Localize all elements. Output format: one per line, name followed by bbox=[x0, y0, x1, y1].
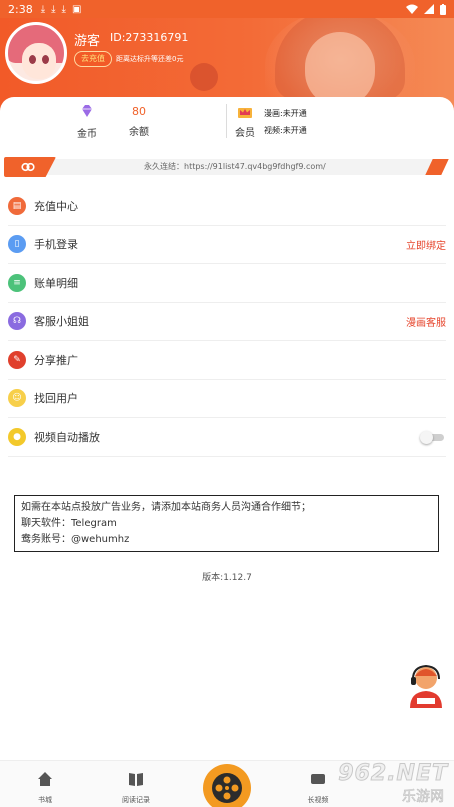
member-video-status: 视频:未开通 bbox=[264, 126, 307, 135]
share-icon: ✎ bbox=[8, 350, 26, 369]
book-icon bbox=[129, 773, 143, 786]
status-time: 2:38 bbox=[8, 2, 33, 16]
download-icon: ⤓ bbox=[61, 3, 66, 15]
nav-label: 阅读记录 bbox=[122, 796, 150, 804]
menu-item-label: 客服小姐姐 bbox=[34, 315, 89, 329]
ad-line-2: 聊天软件：Telegram bbox=[21, 518, 117, 529]
menu-item-customer-service[interactable]: ☊ 客服小姐姐 漫画客服 bbox=[8, 303, 446, 341]
coins-label: 金币 bbox=[77, 129, 97, 140]
makeup-brush-illustration bbox=[190, 63, 218, 91]
nav-label: 书城 bbox=[38, 796, 52, 804]
stats-card bbox=[0, 97, 454, 159]
ad-line-1: 如需在本站点投放广告业务，请添加本站商务人员沟通合作细节； bbox=[21, 502, 311, 513]
link-chain-icon bbox=[21, 162, 35, 172]
menu-item-label: 找回用户 bbox=[34, 392, 78, 406]
permanent-link-banner[interactable]: 永久连结：https://91list47.qv4bg9fdhgf9.com/ bbox=[4, 157, 449, 177]
diamond-icon bbox=[82, 105, 92, 117]
bind-now-link[interactable]: 立即绑定 bbox=[406, 237, 446, 252]
headset-icon: ☊ bbox=[8, 312, 26, 331]
battery-icon bbox=[440, 3, 446, 15]
menu-item-recharge-center[interactable]: ▤ 充值中心 bbox=[8, 187, 446, 226]
menu-item-label: 视频自动播放 bbox=[34, 430, 100, 444]
menu-item-label: 账单明细 bbox=[34, 276, 78, 290]
watermark-domain: 962.NET bbox=[338, 761, 448, 787]
status-bar: 2:38 ⤓ ⤓ ⤓ ▣ bbox=[0, 0, 454, 18]
film-reel-icon bbox=[212, 773, 242, 803]
menu-item-share-promotion[interactable]: ✎ 分享推广 bbox=[8, 341, 446, 380]
permanent-link-text: 永久连结：https://91list47.qv4bg9fdhgf9.com/ bbox=[144, 162, 326, 171]
avatar[interactable] bbox=[5, 22, 67, 84]
upgrade-note: 距离达标升等还差0元 bbox=[116, 55, 184, 63]
menu-item-recover-user[interactable]: ☺ 找回用户 bbox=[8, 380, 446, 418]
wallet-icon: ▤ bbox=[8, 196, 26, 215]
menu-item-phone-login[interactable]: ▯ 手机登录 立即绑定 bbox=[8, 226, 446, 264]
comic-service-link[interactable]: 漫画客服 bbox=[406, 314, 446, 329]
settings-menu: ▤ 充值中心 ▯ 手机登录 立即绑定 ≡ 账单明细 ☊ 客服小姐姐 漫画客服 ✎… bbox=[0, 187, 454, 457]
customer-service-float-icon[interactable] bbox=[406, 662, 446, 708]
signal-icon bbox=[424, 4, 434, 14]
user-recover-icon: ☺ bbox=[8, 389, 26, 408]
autoplay-icon: ● bbox=[8, 427, 26, 446]
crown-icon bbox=[238, 108, 252, 118]
menu-item-label: 手机登录 bbox=[34, 238, 78, 252]
ad-line-3: 鸯务账号：@wehumhz bbox=[21, 534, 130, 545]
balance-label: 余额 bbox=[129, 127, 149, 138]
download-icon: ⤓ bbox=[40, 3, 46, 15]
nav-reading-history[interactable]: 阅读记录 bbox=[106, 771, 166, 805]
watermark-name: 乐游网 bbox=[402, 789, 445, 806]
nav-bookstore[interactable]: 书城 bbox=[15, 771, 75, 805]
bill-icon: ≡ bbox=[8, 273, 26, 292]
wifi-icon bbox=[406, 4, 418, 14]
member-label: 会员 bbox=[235, 128, 255, 139]
download-icon: ⤓ bbox=[51, 3, 56, 15]
balance-stat[interactable]: 80 余额 bbox=[124, 104, 154, 138]
center-video-button[interactable] bbox=[203, 764, 251, 807]
coins-stat[interactable]: 金币 bbox=[72, 103, 102, 140]
user-id: ID:273316791 bbox=[110, 31, 189, 44]
stats-divider bbox=[226, 104, 227, 138]
autoplay-toggle[interactable] bbox=[420, 431, 446, 444]
app-version: 版本:1.12.7 bbox=[202, 573, 252, 583]
menu-item-label: 充值中心 bbox=[34, 199, 78, 213]
menu-item-label: 分享推广 bbox=[34, 353, 78, 367]
menu-item-bill-details[interactable]: ≡ 账单明细 bbox=[8, 264, 446, 303]
member-comic-status: 漫画:未开通 bbox=[264, 109, 307, 118]
site-watermark: 962.NET 乐游网 bbox=[318, 758, 454, 807]
notification-icons: ⤓ ⤓ ⤓ ▣ bbox=[41, 4, 82, 15]
username: 游客 bbox=[74, 34, 101, 49]
balance-value: 80 bbox=[132, 105, 146, 118]
app-notification-icon: ▣ bbox=[71, 3, 82, 15]
menu-item-video-autoplay: ● 视频自动播放 bbox=[8, 418, 446, 457]
home-icon bbox=[38, 772, 52, 786]
advertising-notice: 如需在本站点投放广告业务，请添加本站商务人员沟通合作细节； 聊天软件：Teleg… bbox=[14, 495, 439, 552]
recharge-button[interactable]: 去充值 bbox=[74, 51, 112, 67]
phone-icon: ▯ bbox=[8, 235, 26, 254]
